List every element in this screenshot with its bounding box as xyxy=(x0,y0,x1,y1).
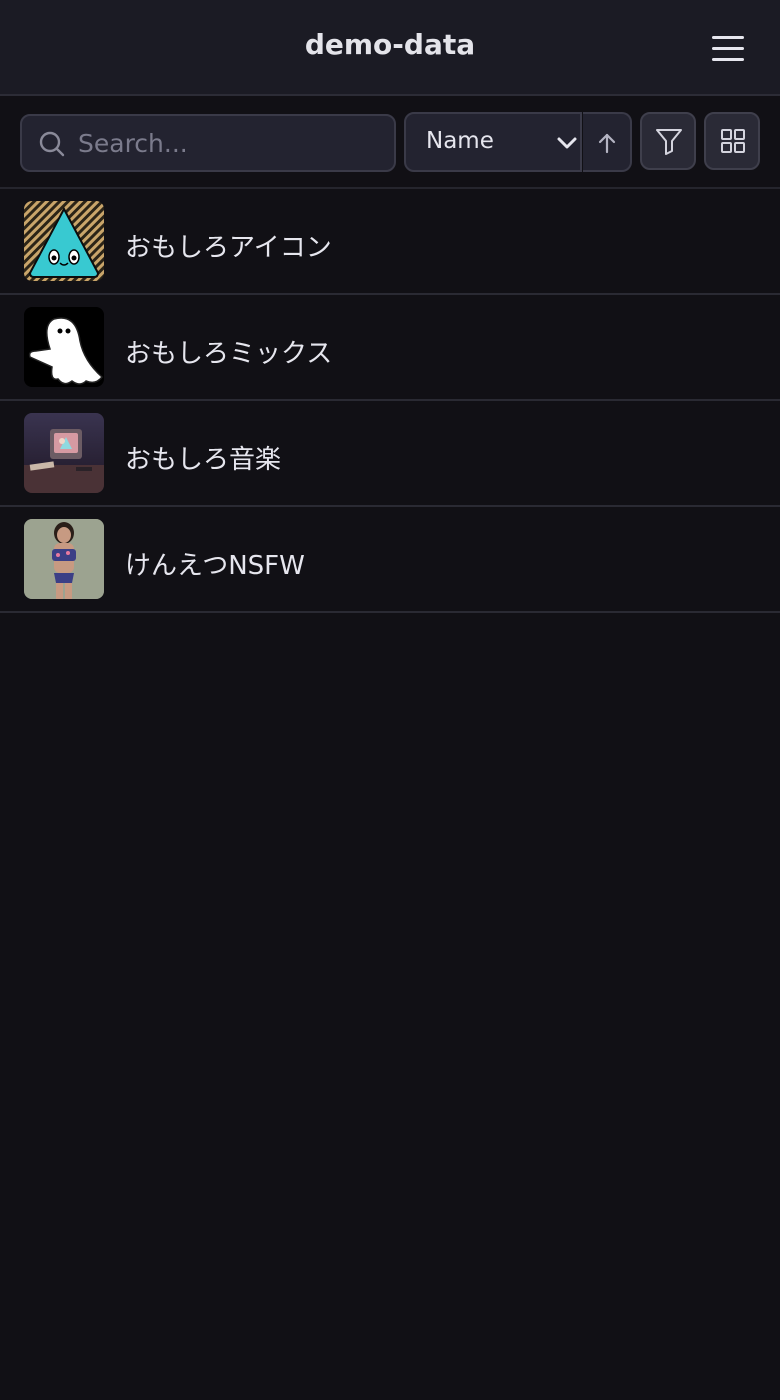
thumbnail-retro-tv-desk xyxy=(24,413,104,493)
search-box[interactable] xyxy=(20,114,396,172)
list-item-name: おもしろアイコン xyxy=(125,233,332,263)
thumbnail-white-ghost xyxy=(24,307,104,387)
list-item[interactable]: おもしろミックス xyxy=(0,295,780,401)
list-item[interactable]: おもしろアイコン xyxy=(0,189,780,295)
filter-icon xyxy=(656,129,682,155)
folder-list: おもしろアイコン おもしろミックス おもしろ音楽 けんえつNSFW xyxy=(0,189,780,613)
list-item[interactable]: おもしろ音楽 xyxy=(0,401,780,507)
grid-view-button[interactable] xyxy=(704,112,760,170)
hamburger-menu-icon[interactable] xyxy=(704,28,752,68)
filter-button[interactable] xyxy=(640,112,696,170)
arrow-up-icon xyxy=(598,133,616,154)
app-header: demo-data xyxy=(0,0,780,96)
search-icon xyxy=(39,131,65,157)
sort-field-label: Name xyxy=(426,128,494,154)
sort-direction-button[interactable] xyxy=(583,112,632,172)
list-item-name: おもしろ音楽 xyxy=(125,445,282,475)
list-item-name: けんえつNSFW xyxy=(125,551,305,581)
toolbar: Name xyxy=(0,96,780,189)
chevron-down-icon xyxy=(557,137,577,149)
page-title: demo-data xyxy=(304,28,476,61)
search-input[interactable] xyxy=(78,124,378,162)
list-item-name: おもしろミックス xyxy=(125,339,333,369)
sort-field-select[interactable]: Name xyxy=(404,112,582,172)
list-item[interactable]: けんえつNSFW xyxy=(0,507,780,613)
thumbnail-cyan-triangle-face xyxy=(24,201,104,281)
grid-view-icon xyxy=(721,129,745,153)
thumbnail-person-photo xyxy=(24,519,104,599)
